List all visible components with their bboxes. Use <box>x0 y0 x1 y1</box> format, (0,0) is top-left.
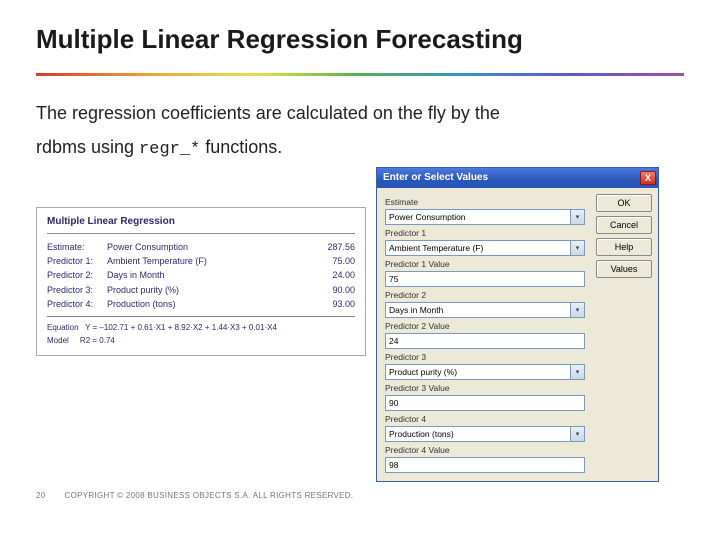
chevron-down-icon: ▾ <box>570 210 584 224</box>
field-input[interactable]: 98 <box>385 457 585 473</box>
select-value: Power Consumption <box>389 212 466 222</box>
select-value: Product purity (%) <box>389 367 457 377</box>
divider <box>47 233 355 234</box>
body-paragraph: The regression coefficients are calculat… <box>36 96 684 166</box>
field-select[interactable]: Product purity (%) ▾ <box>385 364 585 380</box>
field-select[interactable]: Power Consumption ▾ <box>385 209 585 225</box>
cancel-button[interactable]: Cancel <box>596 216 652 234</box>
mlr-row-value: 90.00 <box>305 283 355 297</box>
mlr-row-label: Predictor 2: <box>47 268 107 282</box>
body-line2-post: functions. <box>200 137 282 157</box>
mlr-row: Predictor 2:Days in Month24.00 <box>47 268 355 282</box>
field-label: Predictor 4 <box>385 414 585 424</box>
field-label: Predictor 1 <box>385 228 585 238</box>
mlr-row: Predictor 4:Production (tons)93.00 <box>47 297 355 311</box>
copyright-text: COPYRIGHT © 2008 BUSINESS OBJECTS S.A. A… <box>65 491 354 500</box>
mlr-row-mid: Days in Month <box>107 268 305 282</box>
dialog-titlebar[interactable]: Enter or Select Values X <box>377 168 658 188</box>
mlr-equation-label: Equation <box>47 323 79 332</box>
body-line1: The regression coefficients are calculat… <box>36 103 500 123</box>
field-label: Predictor 2 Value <box>385 321 585 331</box>
ok-button[interactable]: OK <box>596 194 652 212</box>
chevron-down-icon: ▾ <box>570 427 584 441</box>
mlr-model-value: R2 = 0.74 <box>80 336 115 345</box>
help-button[interactable]: Help <box>596 238 652 256</box>
divider <box>47 316 355 317</box>
field-input[interactable]: 75 <box>385 271 585 287</box>
field-label: Estimate <box>385 197 585 207</box>
slide-footer: 20 COPYRIGHT © 2008 BUSINESS OBJECTS S.A… <box>36 491 353 500</box>
mlr-row-mid: Product purity (%) <box>107 283 305 297</box>
mlr-row-value: 24.00 <box>305 268 355 282</box>
values-button[interactable]: Values <box>596 260 652 278</box>
field-label: Predictor 3 <box>385 352 585 362</box>
select-value: Production (tons) <box>389 429 454 439</box>
field-select[interactable]: Production (tons) ▾ <box>385 426 585 442</box>
mlr-panel-title: Multiple Linear Regression <box>47 216 355 227</box>
field-label: Predictor 4 Value <box>385 445 585 455</box>
select-value: Ambient Temperature (F) <box>389 243 483 253</box>
mlr-row-value: 287.56 <box>305 240 355 254</box>
close-icon: X <box>645 173 651 183</box>
field-input[interactable]: 90 <box>385 395 585 411</box>
field-label: Predictor 2 <box>385 290 585 300</box>
mlr-row-mid: Power Consumption <box>107 240 305 254</box>
chevron-down-icon: ▾ <box>570 365 584 379</box>
mlr-row: Predictor 1:Ambient Temperature (F)75.00 <box>47 254 355 268</box>
dialog-title: Enter or Select Values <box>383 172 640 183</box>
mlr-row-label: Predictor 4: <box>47 297 107 311</box>
field-select[interactable]: Days in Month ▾ <box>385 302 585 318</box>
mlr-row-value: 75.00 <box>305 254 355 268</box>
mlr-row-label: Predictor 1: <box>47 254 107 268</box>
mlr-row: Predictor 3:Product purity (%)90.00 <box>47 283 355 297</box>
select-value: Days in Month <box>389 305 443 315</box>
mlr-panel: Multiple Linear Regression Estimate:Powe… <box>36 207 366 356</box>
mlr-model-label: Model <box>47 336 69 345</box>
mlr-row-mid: Ambient Temperature (F) <box>107 254 305 268</box>
mlr-rows: Estimate:Power Consumption287.56Predicto… <box>47 240 355 312</box>
mlr-row-value: 93.00 <box>305 297 355 311</box>
chevron-down-icon: ▾ <box>570 303 584 317</box>
mlr-row: Estimate:Power Consumption287.56 <box>47 240 355 254</box>
rainbow-divider <box>36 73 684 76</box>
values-dialog: Enter or Select Values X OK Cancel Help … <box>376 167 659 482</box>
chevron-down-icon: ▾ <box>570 241 584 255</box>
field-select[interactable]: Ambient Temperature (F) ▾ <box>385 240 585 256</box>
page-number: 20 <box>36 491 62 500</box>
mlr-row-label: Estimate: <box>47 240 107 254</box>
field-label: Predictor 1 Value <box>385 259 585 269</box>
body-line2-pre: rdbms using <box>36 137 139 157</box>
field-label: Predictor 3 Value <box>385 383 585 393</box>
mlr-equation: Y = –102.71 + 0.61·X1 + 8.92·X2 + 1.44·X… <box>85 323 277 332</box>
slide-title: Multiple Linear Regression Forecasting <box>36 24 684 55</box>
mlr-row-label: Predictor 3: <box>47 283 107 297</box>
body-code: regr_* <box>139 140 200 159</box>
field-input[interactable]: 24 <box>385 333 585 349</box>
close-button[interactable]: X <box>640 171 656 185</box>
mlr-row-mid: Production (tons) <box>107 297 305 311</box>
